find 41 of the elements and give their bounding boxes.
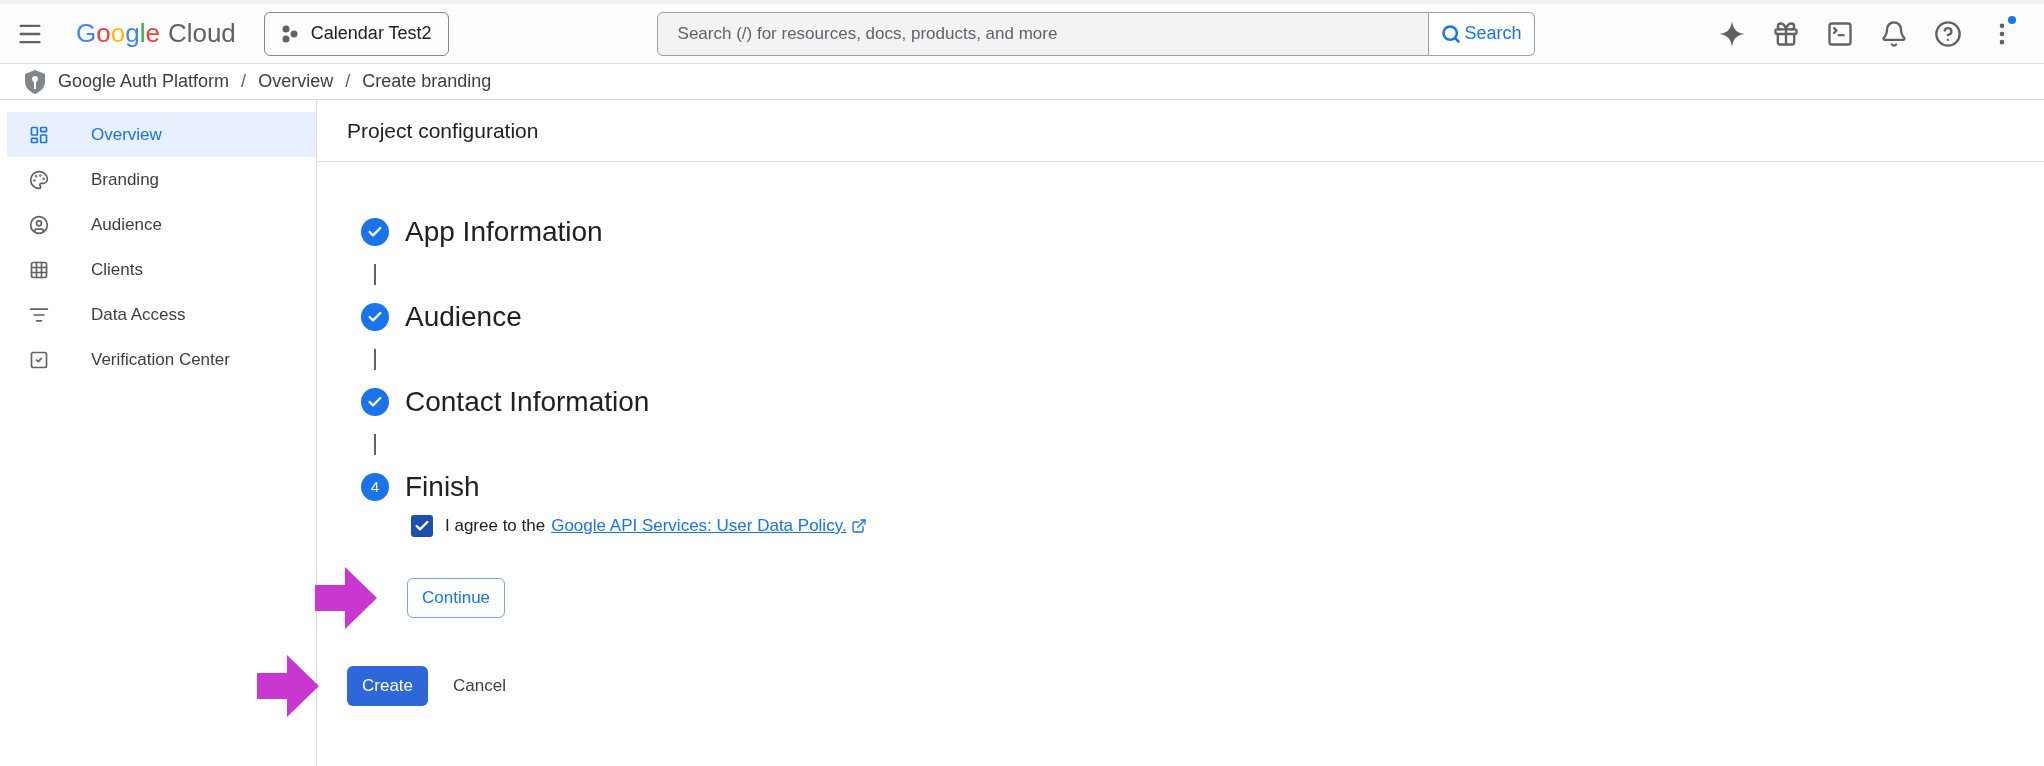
person-icon [29, 214, 49, 235]
agreement-checkbox[interactable] [411, 514, 433, 537]
search-button[interactable]: Search [1428, 11, 1535, 56]
step-title: App Information [405, 215, 603, 249]
step-number: 4 [361, 473, 389, 501]
terminal-icon[interactable] [1826, 19, 1854, 48]
create-button[interactable]: Create [347, 665, 429, 706]
step-title: Contact Information [405, 385, 650, 419]
sidebar-item[interactable]: Clients [7, 247, 316, 292]
sidebar-item[interactable]: Verification Center [7, 337, 316, 382]
check-box-icon [29, 349, 49, 370]
policy-link[interactable]: Google API Services: User Data Policy. [551, 513, 867, 539]
breadcrumb-separator: / [345, 70, 351, 93]
agreement-text: I agree to the [445, 515, 546, 537]
pointer-arrow [257, 654, 319, 717]
shield-key-icon [24, 68, 46, 95]
notifications-icon[interactable] [1880, 19, 1908, 48]
search-field[interactable]: Search (/) for resources, docs, products, and more [656, 11, 1429, 56]
sidebar-item[interactable]: Overview [7, 112, 316, 157]
gift-icon[interactable] [1772, 19, 1800, 48]
step-title: Finish [405, 470, 480, 504]
breadcrumb-link[interactable]: Google Auth Platform [58, 68, 230, 95]
breadcrumb-separator: / [241, 70, 247, 93]
page-title: Project configuration [347, 117, 539, 144]
pointer-arrow [315, 566, 377, 629]
cancel-button[interactable]: Cancel [438, 665, 521, 706]
project-picker[interactable]: Calendar Test2 [263, 11, 449, 56]
sidebar-item[interactable]: Data Access [7, 292, 316, 337]
help-icon[interactable] [1934, 19, 1962, 48]
breadcrumb-link[interactable]: Create branding [362, 68, 492, 95]
external-link-icon [850, 517, 867, 534]
continue-button[interactable]: Continue [407, 577, 506, 618]
product-logo[interactable]: Google Cloud [76, 14, 236, 53]
breadcrumb-link[interactable]: Overview [258, 68, 334, 95]
palette-icon [29, 169, 49, 190]
sidebar-item[interactable]: Branding [7, 157, 316, 202]
sidebar-item[interactable]: Audience [7, 202, 316, 247]
grid-icon [29, 259, 49, 280]
search-icon [1440, 23, 1461, 44]
dashboard-icon [29, 124, 49, 145]
step-title: Audience [405, 300, 522, 334]
